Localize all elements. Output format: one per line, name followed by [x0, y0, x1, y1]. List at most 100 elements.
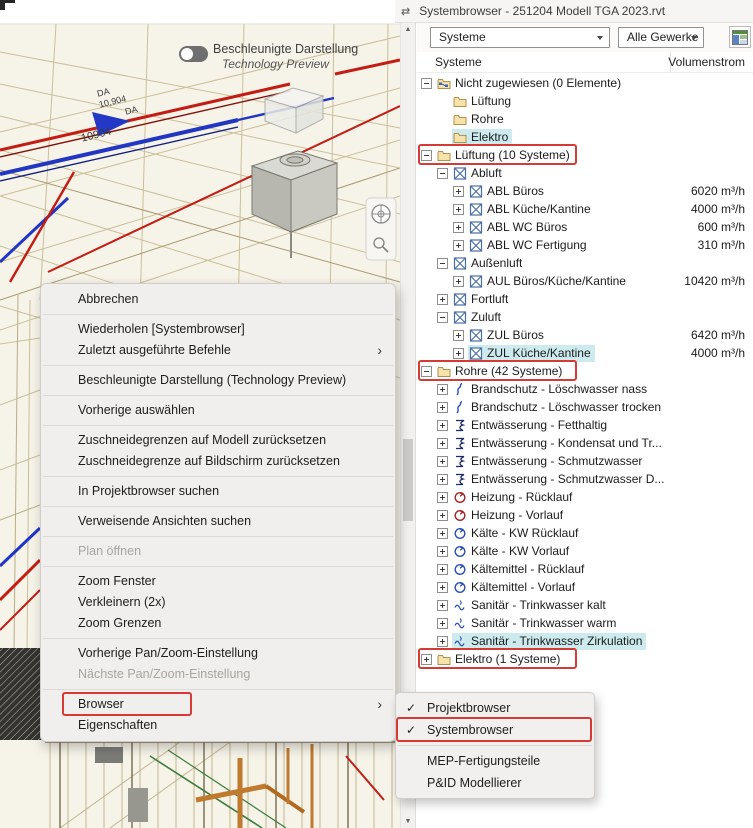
expander-plus-icon[interactable]	[421, 654, 432, 665]
tree-item[interactable]: Lüftung (10 Systeme)	[436, 147, 574, 164]
tree-row-l-ftung-10-systeme[interactable]: Lüftung (10 Systeme)	[417, 146, 753, 164]
tree-row-rohre-42-systeme[interactable]: Rohre (42 Systeme)	[417, 362, 753, 380]
expander-minus-icon[interactable]	[437, 258, 448, 269]
tree-item[interactable]: ABL Büros	[468, 183, 548, 200]
tree-item[interactable]: Brandschutz - Löschwasser nass	[452, 381, 651, 398]
context-menu-item-zuschneidegrenze-auf-bildschirm-[interactable]: Zuschneidegrenze auf Bildschirm zurückse…	[41, 451, 395, 472]
tree-row-abl-k-che-kantine[interactable]: ABL Küche/Kantine4000 m³/h	[417, 200, 753, 218]
context-menu-item-zoom-grenzen[interactable]: Zoom Grenzen	[41, 613, 395, 634]
expander-plus-icon[interactable]	[437, 528, 448, 539]
tree-item[interactable]: Entwässerung - Kondensat und Tr...	[452, 435, 666, 452]
expander-plus-icon[interactable]	[437, 456, 448, 467]
context-menu-item-beschleunigte-darstellung-techno[interactable]: Beschleunigte Darstellung (Technology Pr…	[41, 370, 395, 391]
tree-item[interactable]: Sanitär - Trinkwasser Zirkulation	[452, 633, 646, 650]
expander-plus-icon[interactable]	[437, 474, 448, 485]
context-menu-item-vorherige-ausw-hlen[interactable]: Vorherige auswählen	[41, 400, 395, 421]
tree-row-elektro-1-systeme[interactable]: Elektro (1 Systeme)	[417, 650, 753, 668]
tree-item[interactable]: Fortluft	[452, 291, 512, 308]
tree-row-rohre[interactable]: Rohre	[417, 110, 753, 128]
expander-plus-icon[interactable]	[453, 348, 464, 359]
tree-row-sanit-r-trinkwasser-zirkulation[interactable]: Sanitär - Trinkwasser Zirkulation	[417, 632, 753, 650]
tree-row-heizung-vorlauf[interactable]: Heizung - Vorlauf	[417, 506, 753, 524]
tree-row-k-ltemittel-r-cklauf[interactable]: Kältemittel - Rücklauf	[417, 560, 753, 578]
tree-row-entw-sserung-schmutzwasser-d[interactable]: Entwässerung - Schmutzwasser D...	[417, 470, 753, 488]
tree-item[interactable]: ZUL Büros	[468, 327, 548, 344]
expander-minus-icon[interactable]	[437, 168, 448, 179]
expander-plus-icon[interactable]	[437, 582, 448, 593]
tree-item[interactable]: Elektro (1 Systeme)	[436, 651, 564, 668]
tree-item[interactable]: Sanitär - Trinkwasser warm	[452, 615, 620, 632]
tree-row-k-lte-kw-r-cklauf[interactable]: Kälte - KW Rücklauf	[417, 524, 753, 542]
tree-row-k-lte-kw-vorlauf[interactable]: Kälte - KW Vorlauf	[417, 542, 753, 560]
tree-row-sanit-r-trinkwasser-warm[interactable]: Sanitär - Trinkwasser warm	[417, 614, 753, 632]
tree-item[interactable]: Kältemittel - Vorlauf	[452, 579, 579, 596]
scrollbar-thumb[interactable]	[403, 439, 413, 521]
tree-row-abl-b-ros[interactable]: ABL Büros6020 m³/h	[417, 182, 753, 200]
context-menu-item-browser[interactable]: Browser›	[41, 694, 395, 715]
context-menu-item-in-projektbrowser-suchen[interactable]: In Projektbrowser suchen	[41, 481, 395, 502]
tree-item[interactable]: Nicht zugewiesen (0 Elemente)	[436, 75, 625, 92]
expander-plus-icon[interactable]	[453, 240, 464, 251]
tree-row-abl-wc-fertigung[interactable]: ABL WC Fertigung310 m³/h	[417, 236, 753, 254]
expander-plus-icon[interactable]	[453, 186, 464, 197]
dock-arrows-icon[interactable]: ⇄	[401, 5, 410, 18]
view-dropdown[interactable]: Systeme	[430, 27, 610, 48]
tree-item[interactable]: Elektro	[452, 129, 512, 146]
tree-row-nicht-zugewiesen-0-elemente[interactable]: Nicht zugewiesen (0 Elemente)	[417, 74, 753, 92]
tree-row-brandschutz-l-schwasser-trocken[interactable]: Brandschutz - Löschwasser trocken	[417, 398, 753, 416]
expander-plus-icon[interactable]	[453, 204, 464, 215]
context-menu-item-eigenschaften[interactable]: Eigenschaften	[41, 715, 395, 736]
tree-row-heizung-r-cklauf[interactable]: Heizung - Rücklauf	[417, 488, 753, 506]
tree-item[interactable]: Sanitär - Trinkwasser kalt	[452, 597, 610, 614]
panel-titlebar[interactable]: ⇄ Systembrowser - 251204 Modell TGA 2023…	[395, 0, 753, 23]
tree-row-k-ltemittel-vorlauf[interactable]: Kältemittel - Vorlauf	[417, 578, 753, 596]
tree-item[interactable]: Entwässerung - Schmutzwasser	[452, 453, 646, 470]
tree-item[interactable]: Außenluft	[452, 255, 526, 272]
context-menu-item-wiederholen-systembrowser[interactable]: Wiederholen [Systembrowser]	[41, 319, 395, 340]
tree-item[interactable]: ABL Küche/Kantine	[468, 201, 595, 218]
tree-row-aul-b-ros-k-che-kantine[interactable]: AUL Büros/Küche/Kantine10420 m³/h	[417, 272, 753, 290]
tree-row-abluft[interactable]: Abluft	[417, 164, 753, 182]
submenu-item-p-id-modellierer[interactable]: P&ID Modellierer	[396, 772, 594, 794]
tree-row-abl-wc-b-ros[interactable]: ABL WC Büros600 m³/h	[417, 218, 753, 236]
context-menu-item-zuletzt-ausgef-hrte-befehle[interactable]: Zuletzt ausgeführte Befehle›	[41, 340, 395, 361]
context-menu-item-abbrechen[interactable]: Abbrechen	[41, 289, 395, 310]
expander-minus-icon[interactable]	[437, 312, 448, 323]
tree-item[interactable]: ZUL Küche/Kantine	[468, 345, 595, 362]
scroll-down-icon[interactable]: ▼	[401, 818, 415, 825]
tree-item[interactable]: Abluft	[452, 165, 506, 182]
tree-row-zul-b-ros[interactable]: ZUL Büros6420 m³/h	[417, 326, 753, 344]
expander-plus-icon[interactable]	[437, 564, 448, 575]
expander-minus-icon[interactable]	[421, 78, 432, 89]
context-menu-item-verweisende-ansichten-suchen[interactable]: Verweisende Ansichten suchen	[41, 511, 395, 532]
expander-plus-icon[interactable]	[437, 492, 448, 503]
tree-row-entw-sserung-fetthaltig[interactable]: Entwässerung - Fetthaltig	[417, 416, 753, 434]
tree-row-zuluft[interactable]: Zuluft	[417, 308, 753, 326]
submenu-item-systembrowser[interactable]: ✓Systembrowser	[396, 719, 594, 741]
tree-item[interactable]: Kälte - KW Rücklauf	[452, 525, 582, 542]
tree-item[interactable]: ABL WC Fertigung	[468, 237, 591, 254]
accelerated-graphics-toggle[interactable]	[179, 46, 208, 62]
expander-plus-icon[interactable]	[453, 222, 464, 233]
tree-row-zul-k-che-kantine[interactable]: ZUL Küche/Kantine4000 m³/h	[417, 344, 753, 362]
discipline-dropdown[interactable]: Alle Gewerke	[618, 27, 704, 48]
expander-plus-icon[interactable]	[437, 438, 448, 449]
expander-plus-icon[interactable]	[437, 636, 448, 647]
expander-plus-icon[interactable]	[437, 420, 448, 431]
expander-minus-icon[interactable]	[421, 150, 432, 161]
tree-item[interactable]: AUL Büros/Küche/Kantine	[468, 273, 630, 290]
scroll-up-icon[interactable]: ▲	[401, 26, 415, 33]
expander-plus-icon[interactable]	[437, 510, 448, 521]
expander-minus-icon[interactable]	[421, 366, 432, 377]
tree-row-entw-sserung-schmutzwasser[interactable]: Entwässerung - Schmutzwasser	[417, 452, 753, 470]
tree-item[interactable]: Rohre (42 Systeme)	[436, 363, 566, 380]
expander-plus-icon[interactable]	[453, 330, 464, 341]
tree-item[interactable]: Entwässerung - Schmutzwasser D...	[452, 471, 668, 488]
expander-plus-icon[interactable]	[437, 618, 448, 629]
tree-row-fortluft[interactable]: Fortluft	[417, 290, 753, 308]
tree-row-sanit-r-trinkwasser-kalt[interactable]: Sanitär - Trinkwasser kalt	[417, 596, 753, 614]
expander-plus-icon[interactable]	[437, 294, 448, 305]
tree-item[interactable]: Kälte - KW Vorlauf	[452, 543, 573, 560]
tree-item[interactable]: Lüftung	[452, 93, 515, 110]
tree-item[interactable]: Kältemittel - Rücklauf	[452, 561, 588, 578]
